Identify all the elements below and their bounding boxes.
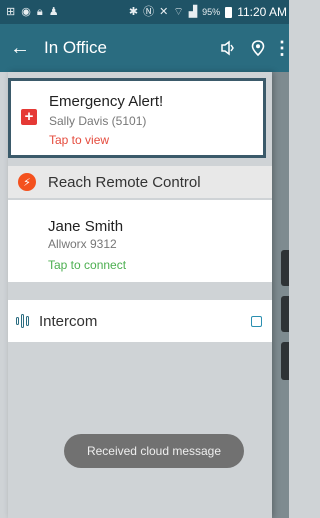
background-panel — [281, 296, 289, 332]
emergency-alert-card[interactable]: + Emergency Alert! Sally Davis (5101) Ta… — [8, 78, 266, 158]
signal-icon: ▟ — [188, 6, 198, 18]
contact-card[interactable]: Jane Smith Allworx 9312 Tap to connect — [8, 200, 272, 282]
battery-icon — [225, 6, 233, 18]
intercom-label: Intercom — [39, 312, 98, 330]
mute-icon: ✕ — [159, 6, 169, 18]
reach-remote-control-header: ⚡︎ Reach Remote Control — [8, 166, 272, 198]
lock-icon: 🔒︎ — [36, 6, 43, 18]
wifi-icon: ⌔ — [173, 6, 184, 18]
alert-tap-link[interactable]: Tap to view — [49, 133, 109, 147]
medical-cross-icon: + — [21, 109, 37, 125]
person-icon: ♟ — [48, 6, 59, 18]
contact-connect-link[interactable]: Tap to connect — [48, 258, 126, 272]
contact-extension: Allworx 9312 — [48, 237, 117, 251]
contact-name: Jane Smith — [48, 218, 124, 235]
nfc-icon: Ⓝ — [143, 6, 155, 18]
app-bar: ← In Office ⋮ — [0, 24, 291, 72]
alert-caller: Sally Davis (5101) — [49, 114, 147, 128]
status-time: 11:20 AM — [237, 5, 287, 19]
page-title: In Office — [44, 38, 107, 57]
background-panel — [281, 250, 289, 286]
more-vert-icon[interactable]: ⋮ — [273, 38, 291, 59]
background-panel — [281, 342, 289, 380]
alert-title: Emergency Alert! — [49, 93, 164, 110]
toast-message: Received cloud message — [64, 434, 244, 468]
location-pin-icon[interactable] — [243, 39, 273, 57]
battery-percent: 95% — [202, 7, 221, 17]
status-bar: ⊞ ◉ 🔒︎ ♟ ✱ Ⓝ ✕ ⌔ ▟ 95% 11:20 AM — [0, 0, 289, 24]
status-bar-right: ✱ Ⓝ ✕ ⌔ ▟ 95% 11:20 AM — [129, 5, 289, 19]
section-label: Reach Remote Control — [48, 173, 201, 191]
notification-icon: ⊞ — [6, 6, 16, 18]
background-screen — [271, 72, 289, 518]
bluetooth-icon: ✱ — [128, 6, 139, 18]
intercom-checkbox[interactable] — [251, 315, 262, 327]
intercom-row[interactable]: Intercom — [8, 300, 272, 342]
bolt-icon: ⚡︎ — [18, 173, 36, 191]
app-icon: ◉ — [21, 6, 31, 18]
status-bar-left: ⊞ ◉ 🔒︎ ♟ — [0, 6, 59, 18]
intercom-icon — [16, 314, 29, 328]
arrow-left-icon[interactable]: ← — [0, 37, 40, 60]
speaker-icon[interactable] — [213, 39, 243, 57]
